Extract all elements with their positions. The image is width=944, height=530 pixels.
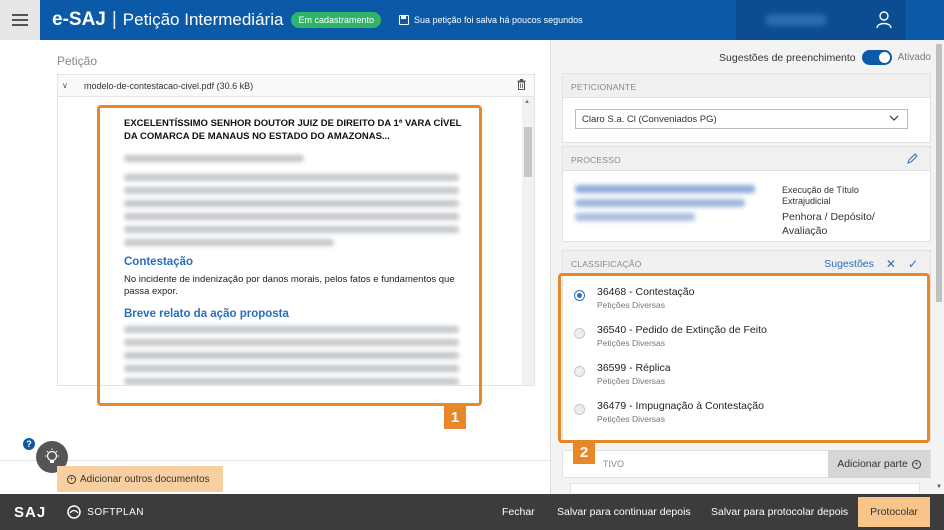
process-subject-line: Avaliação [782,225,828,237]
process-info-redacted [575,199,745,207]
peticionante-select[interactable]: Claro S.a. Cl (Conveniados PG) [575,109,908,129]
process-info-redacted [575,213,695,221]
suggestions-link[interactable]: Sugestões [824,258,874,270]
suggestions-label: Sugestões de preenchimento [719,51,856,64]
user-menu[interactable] [736,0,906,40]
classificacao-actions: Sugestões ✕ ✓ [824,258,918,270]
save-status-text: Sua petição foi salva há poucos segundos [413,15,583,25]
form-scrollbar[interactable]: ▼ [934,40,944,494]
process-number-redacted [575,185,755,193]
check-icon[interactable]: ✓ [908,258,918,270]
plus-circle-icon: + [911,459,921,469]
menu-icon-line [12,24,28,26]
page-title: Petição Intermediária [122,10,284,29]
lightbulb-icon [45,448,59,463]
representante-card: TIVO Adicionar parte + [562,450,931,478]
petition-section-label: Petição [57,54,98,68]
file-name: modelo-de-contestacao-civel.pdf (30.6 kB… [84,80,254,91]
app-footer: SAJ SOFTPLAN Fechar Salvar para continua… [0,494,944,530]
scrollbar-thumb[interactable] [524,127,532,177]
save-continue-later-button[interactable]: Salvar para continuar depois [557,494,691,530]
file-bar: ∨ modelo-de-contestacao-civel.pdf (30.6 … [57,74,535,96]
chevron-down-icon [889,115,899,121]
chevron-down-icon[interactable]: ∨ [62,81,78,90]
plus-circle-icon: + [67,474,76,484]
brand-logo: e-SAJ [52,9,106,30]
app-header: e-SAJ | Petição Intermediária Em cadastr… [0,0,944,40]
softplan-text: SOFTPLAN [87,506,144,518]
highlight-badge-1: 1 [444,405,466,429]
process-class-line: Execução de Título [782,185,859,195]
scrollbar-thumb[interactable] [936,44,942,302]
status-badge: Em cadastramento [291,12,381,28]
process-class-line: Extrajudicial [782,196,831,206]
add-part-label: Adicionar parte [837,458,908,470]
softplan-icon [67,505,81,519]
trash-icon[interactable] [517,79,526,90]
help-icon[interactable]: ? [23,438,35,450]
close-icon[interactable]: ✕ [886,258,896,270]
suggestions-toggle-row: Sugestões de preenchimento Ativado [551,50,931,65]
peticionante-value: Claro S.a. Cl (Conveniados PG) [582,114,717,125]
title-separator: | [111,9,117,30]
add-part-button[interactable]: Adicionar parte + [828,450,930,478]
user-icon [876,11,892,29]
processo-card: PROCESSO Execução de Título Extrajudicia… [562,146,931,242]
protocol-button[interactable]: Protocolar [858,497,930,527]
suggestions-toggle[interactable] [861,50,892,65]
close-button[interactable]: Fechar [502,494,535,530]
softplan-logo: SOFTPLAN [66,505,144,519]
divider [0,460,550,461]
highlight-badge-2: 2 [573,440,595,464]
process-class: Execução de Título Extrajudicial Penhora… [782,185,902,238]
user-name-redacted [766,14,826,26]
pencil-icon[interactable] [907,153,918,164]
form-panel: ▼ Sugestões de preenchimento Ativado PET… [550,40,944,494]
toggle-state-label: Ativado [897,52,931,63]
processo-header: PROCESSO [563,147,930,171]
representante-header: TIVO [603,459,625,469]
scroll-up-icon[interactable]: ▲ [524,99,530,105]
add-documents-button[interactable]: + Adicionar outros documentos [57,466,223,492]
highlight-box-1 [97,105,482,406]
saj-logo: SAJ [14,503,47,521]
floppy-disk-icon [398,15,409,25]
scroll-down-icon[interactable]: ▼ [936,484,942,490]
document-scrollbar[interactable]: ▲ [522,97,534,385]
menu-icon-line [12,14,28,16]
peticionante-header: PETICIONANTE [563,74,930,98]
menu-icon-line [12,19,28,21]
highlight-box-2 [558,273,930,443]
process-subject-line: Penhora / Depósito/ [782,211,875,223]
save-protocol-later-button[interactable]: Salvar para protocolar depois [711,494,848,530]
representante-input[interactable] [570,483,920,493]
petition-panel: Petição ∨ modelo-de-contestacao-civel.pd… [0,40,550,494]
peticionante-card: PETICIONANTE Claro S.a. Cl (Conveniados … [562,73,931,143]
save-status: Sua petição foi salva há poucos segundos [398,15,583,25]
hamburger-menu-button[interactable] [0,0,40,40]
add-documents-label: Adicionar outros documentos [80,473,210,485]
